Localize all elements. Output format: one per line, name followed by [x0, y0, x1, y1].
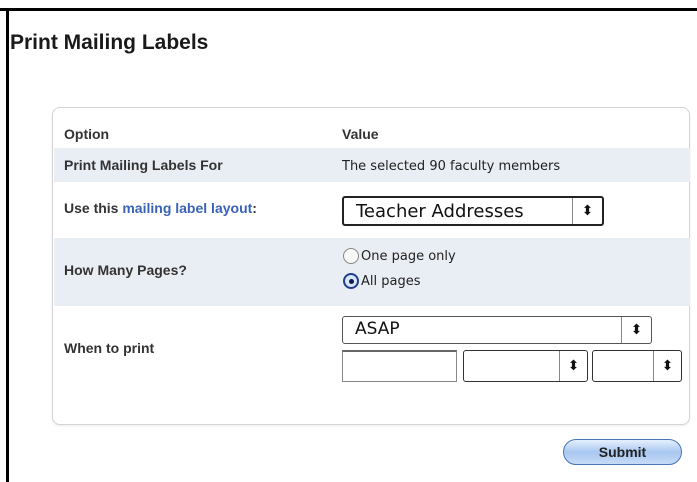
print-for-label: Print Mailing Labels For	[64, 157, 223, 173]
when-label: When to print	[64, 340, 155, 356]
select-arrows-icon: ⬍	[572, 198, 602, 224]
table-row-when: When to print ASAP ⬍ ⬍ ⬍	[54, 308, 690, 388]
time-select-a[interactable]: ⬍	[463, 350, 588, 382]
layout-label: Use this mailing label layout:	[64, 200, 257, 216]
mailing-label-layout-link[interactable]: mailing label layout	[122, 200, 252, 216]
table-row-print-for: Print Mailing Labels For The selected 90…	[54, 148, 690, 182]
radio-one-page[interactable]: One page only	[343, 248, 456, 264]
select-arrows-icon: ⬍	[621, 317, 651, 343]
value-column-header: Value	[342, 126, 379, 142]
time-select-b[interactable]: ⬍	[592, 350, 682, 382]
radio-all-pages-label: All pages	[361, 273, 421, 289]
option-column-header: Option	[64, 126, 110, 142]
page-title: Print Mailing Labels	[10, 31, 209, 54]
table-row-layout: Use this mailing label layout: Teacher A…	[54, 184, 690, 236]
layout-select-value: Teacher Addresses	[356, 201, 524, 222]
select-arrows-icon: ⬍	[559, 351, 587, 381]
table-header-row: Option Value	[54, 120, 690, 146]
table-row-pages: How Many Pages? One page only All pages	[54, 238, 690, 306]
options-panel: Option Value Print Mailing Labels For Th…	[52, 107, 690, 425]
submit-button[interactable]: Submit	[563, 439, 682, 465]
when-select-value: ASAP	[355, 319, 400, 339]
radio-checked-icon[interactable]	[343, 273, 359, 289]
date-input[interactable]	[342, 350, 457, 382]
window-left-border	[6, 8, 9, 482]
layout-select[interactable]: Teacher Addresses ⬍	[342, 196, 604, 226]
layout-label-suffix: :	[252, 200, 257, 216]
layout-label-prefix: Use this	[64, 200, 123, 216]
pages-label: How Many Pages?	[64, 262, 187, 278]
radio-one-page-label: One page only	[361, 248, 456, 264]
select-arrows-icon: ⬍	[653, 351, 681, 381]
when-select[interactable]: ASAP ⬍	[342, 316, 652, 344]
print-for-value: The selected 90 faculty members	[342, 159, 561, 174]
radio-icon[interactable]	[343, 248, 359, 264]
window-top-border	[0, 8, 697, 11]
radio-all-pages[interactable]: All pages	[343, 273, 421, 289]
